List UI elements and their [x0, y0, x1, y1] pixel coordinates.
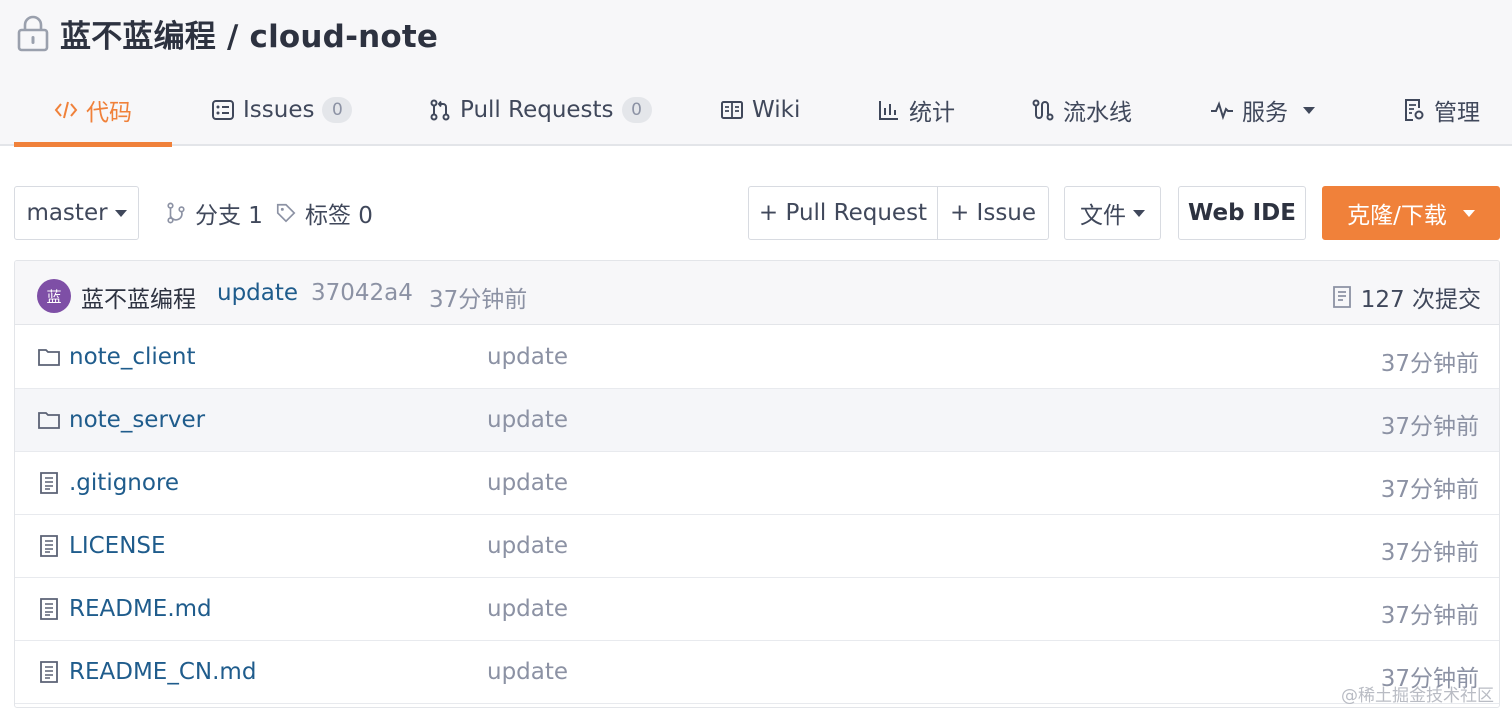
- tags-label: 标签 0: [305, 203, 373, 229]
- chevron-down-icon: [1462, 209, 1475, 217]
- file-icon: [40, 661, 58, 683]
- file-row[interactable]: LICENSE update 37分钟前: [15, 515, 1499, 578]
- file-row[interactable]: README_CN.md update 37分钟前: [15, 641, 1499, 704]
- file-commit-time: 37分钟前: [1380, 477, 1479, 503]
- avatar[interactable]: 蓝: [37, 279, 71, 313]
- web-ide-button[interactable]: Web IDE: [1178, 186, 1306, 240]
- commit-history-icon: [1332, 286, 1351, 308]
- repo-header: 蓝不蓝编程 / cloud-note 代码 Issues 0 Pull Requ…: [0, 0, 1512, 147]
- commit-author[interactable]: 蓝不蓝编程: [81, 280, 196, 314]
- issues-count-badge: 0: [322, 97, 353, 123]
- file-name[interactable]: LICENSE: [69, 533, 166, 559]
- branch-select[interactable]: master: [14, 186, 139, 240]
- folder-icon: [38, 349, 60, 366]
- commit-count-link[interactable]: 127 次提交: [1331, 280, 1481, 314]
- tab-manage[interactable]: 管理: [1402, 74, 1480, 146]
- repo-title: 蓝不蓝编程 / cloud-note: [16, 10, 438, 56]
- file-menu-label: 文件: [1080, 203, 1126, 229]
- commit-message[interactable]: update: [217, 280, 298, 306]
- tab-issues[interactable]: Issues 0: [211, 74, 353, 146]
- tab-pipeline[interactable]: 流水线: [1031, 74, 1132, 146]
- code-icon: [54, 101, 78, 119]
- latest-commit-bar: 蓝 蓝不蓝编程 update 37042a4 37分钟前 127 次提交: [15, 261, 1499, 325]
- book-icon: [721, 101, 743, 119]
- tab-label: Pull Requests: [460, 97, 614, 123]
- file-icon: [40, 598, 58, 620]
- file-commit-time: 37分钟前: [1380, 414, 1479, 440]
- tab-label: Issues: [243, 97, 315, 123]
- new-issue-button[interactable]: + Issue: [937, 186, 1049, 240]
- web-ide-label: Web IDE: [1188, 200, 1296, 226]
- file-commit-time: 37分钟前: [1380, 351, 1479, 377]
- lock-icon: [17, 15, 49, 52]
- repo-tabs: 代码 Issues 0 Pull Requests 0 Wiki 统计 流水线 …: [14, 74, 1504, 147]
- tab-label: 统计: [909, 100, 955, 126]
- chevron-down-icon: [1303, 106, 1315, 114]
- tab-label: 服务: [1242, 100, 1288, 126]
- new-pull-request-button[interactable]: + Pull Request: [748, 186, 938, 240]
- file-row[interactable]: note_client update 37分钟前: [15, 326, 1499, 389]
- commit-time: 37分钟前: [429, 287, 528, 313]
- tab-code[interactable]: 代码: [14, 74, 172, 147]
- file-commit-message[interactable]: update: [487, 596, 568, 622]
- tab-label: 流水线: [1063, 100, 1132, 126]
- issues-icon: [212, 100, 234, 120]
- branch-icon: [167, 202, 185, 224]
- file-commit-message[interactable]: update: [487, 470, 568, 496]
- file-name[interactable]: note_server: [69, 407, 205, 433]
- file-name[interactable]: note_client: [69, 344, 196, 370]
- pull-requests-count-badge: 0: [621, 97, 652, 123]
- chevron-down-icon: [1133, 209, 1145, 217]
- branches-label: 分支 1: [195, 203, 263, 229]
- file-row[interactable]: .gitignore update 37分钟前: [15, 452, 1499, 515]
- tab-pull-requests[interactable]: Pull Requests 0: [428, 74, 652, 146]
- watermark: @稀土掘金技术社区: [1341, 686, 1494, 706]
- file-commit-message[interactable]: update: [487, 407, 568, 433]
- repo-name[interactable]: 蓝不蓝编程 / cloud-note: [60, 11, 438, 56]
- new-pull-request-label: + Pull Request: [758, 200, 928, 226]
- file-icon: [40, 535, 58, 557]
- clone-download-label: 克隆/下载: [1347, 203, 1447, 229]
- file-icon: [40, 472, 58, 494]
- file-row[interactable]: note_server update 37分钟前: [15, 389, 1499, 452]
- file-name[interactable]: README.md: [69, 596, 212, 622]
- tab-services[interactable]: 服务: [1210, 74, 1315, 146]
- pulse-icon: [1211, 101, 1233, 121]
- tab-stats[interactable]: 统计: [877, 74, 955, 146]
- tab-label: 管理: [1434, 100, 1480, 126]
- tab-label: 代码: [86, 100, 132, 126]
- file-row[interactable]: README.md update 37分钟前: [15, 578, 1499, 641]
- tab-wiki[interactable]: Wiki: [720, 74, 800, 146]
- pipeline-icon: [1032, 99, 1054, 121]
- branches-link[interactable]: 分支 1: [165, 186, 263, 240]
- file-commit-message[interactable]: update: [487, 344, 568, 370]
- clone-download-button[interactable]: 克隆/下载: [1322, 186, 1500, 240]
- tag-icon: [276, 203, 296, 223]
- folder-icon: [38, 412, 60, 429]
- tab-label: Wiki: [752, 97, 801, 123]
- pull-request-icon: [430, 99, 450, 121]
- file-commit-message[interactable]: update: [487, 533, 568, 559]
- file-commit-message[interactable]: update: [487, 659, 568, 685]
- file-commit-time: 37分钟前: [1380, 603, 1479, 629]
- settings-doc-icon: [1405, 99, 1424, 121]
- commit-count-label: 127 次提交: [1360, 287, 1481, 313]
- file-name[interactable]: .gitignore: [69, 470, 179, 496]
- file-commit-time: 37分钟前: [1380, 540, 1479, 566]
- chevron-down-icon: [114, 209, 127, 217]
- file-browser: 蓝 蓝不蓝编程 update 37042a4 37分钟前 127 次提交 not…: [14, 260, 1500, 708]
- new-issue-label: + Issue: [949, 200, 1037, 226]
- tags-link[interactable]: 标签 0: [275, 186, 373, 240]
- branch-name: master: [26, 200, 108, 226]
- file-menu-button[interactable]: 文件: [1064, 186, 1161, 240]
- file-name[interactable]: README_CN.md: [69, 659, 256, 685]
- commit-sha[interactable]: 37042a4: [311, 280, 413, 306]
- bar-chart-icon: [879, 101, 898, 120]
